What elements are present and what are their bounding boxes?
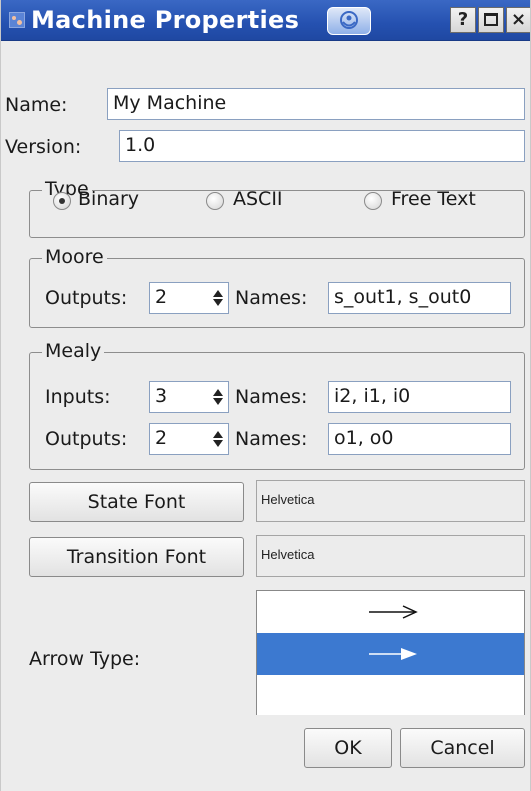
mealy-outputs-spinbox[interactable]: 2	[149, 423, 229, 455]
mealy-inputs-names-field[interactable]: i2, i1, i0	[328, 381, 511, 413]
moore-group-title: Moore	[42, 246, 107, 268]
moore-outputs-label: Outputs:	[45, 287, 128, 309]
binary-radio-label[interactable]: Binary	[78, 188, 139, 210]
filled-arrow-icon	[369, 648, 417, 660]
moore-names-label: Names:	[235, 287, 308, 309]
title-bar[interactable]: Machine Properties ? ×	[1, 0, 530, 41]
kde-logo-icon	[327, 7, 371, 35]
mealy-inputs-spinbox[interactable]: 3	[149, 381, 229, 413]
mealy-group-title: Mealy	[42, 340, 105, 362]
mealy-outputs-names-field[interactable]: o1, o0	[328, 423, 511, 455]
free-text-radio-label[interactable]: Free Text	[391, 188, 476, 210]
moore-outputs-spinbox[interactable]: 2	[149, 282, 229, 314]
version-field[interactable]: 1.0	[119, 130, 525, 162]
binary-radio[interactable]	[53, 192, 71, 210]
transition-font-preview: Helvetica	[256, 535, 525, 577]
app-icon[interactable]	[9, 12, 25, 28]
window-title: Machine Properties	[31, 6, 300, 34]
help-button[interactable]: ?	[450, 7, 476, 33]
cancel-button[interactable]: Cancel	[400, 728, 525, 768]
moore-outputs-value: 2	[155, 286, 168, 308]
name-field[interactable]: My Machine	[107, 88, 525, 120]
free-text-radio[interactable]	[364, 192, 382, 210]
ascii-radio-label[interactable]: ASCII	[233, 188, 283, 210]
mealy-outputs-label: Outputs:	[45, 428, 128, 450]
state-font-preview: Helvetica	[256, 480, 525, 522]
mealy-inputs-label: Inputs:	[45, 386, 111, 408]
spin-arrows-icon[interactable]	[212, 386, 224, 408]
arrow-type-option-open[interactable]	[257, 591, 524, 633]
spin-arrows-icon[interactable]	[212, 428, 224, 450]
mealy-inputs-names-label: Names:	[235, 386, 308, 408]
version-label: Version:	[5, 136, 82, 158]
arrow-type-option-filled[interactable]	[257, 633, 524, 675]
arrow-type-label: Arrow Type:	[29, 648, 141, 670]
ok-button[interactable]: OK	[304, 728, 392, 768]
mealy-inputs-value: 3	[155, 385, 168, 407]
transition-font-button[interactable]: Transition Font	[29, 537, 244, 577]
arrow-type-list[interactable]	[256, 590, 525, 715]
maximize-icon	[484, 13, 498, 26]
ascii-radio[interactable]	[206, 192, 224, 210]
mealy-outputs-value: 2	[155, 427, 168, 449]
arrow-type-option-empty[interactable]	[257, 675, 524, 715]
mealy-outputs-names-label: Names:	[235, 428, 308, 450]
machine-properties-dialog: Machine Properties ? × Name: My Machine …	[0, 0, 531, 791]
moore-names-field[interactable]: s_out1, s_out0	[328, 282, 511, 314]
maximize-button[interactable]	[478, 7, 504, 33]
name-label: Name:	[5, 94, 68, 116]
spin-arrows-icon[interactable]	[212, 287, 224, 309]
open-arrow-icon	[369, 605, 418, 619]
close-button[interactable]: ×	[506, 7, 530, 33]
state-font-button[interactable]: State Font	[29, 482, 244, 522]
